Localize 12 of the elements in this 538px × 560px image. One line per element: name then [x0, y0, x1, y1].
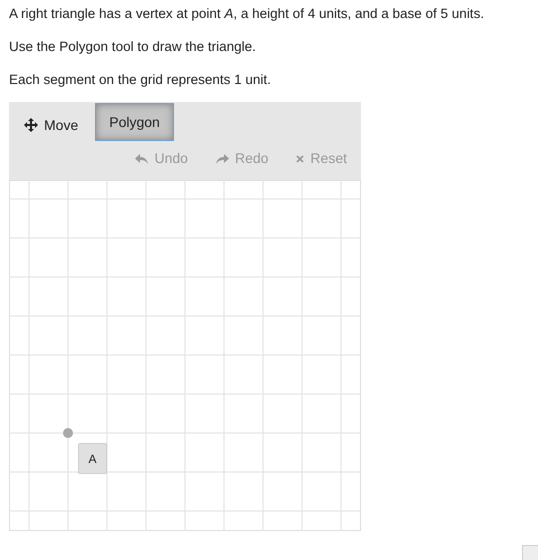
instruction-text: A right triangle has a vertex at point A, a height of 4 units, and a base of 5 units.: [9, 5, 486, 23]
move-icon: [24, 118, 38, 132]
point-label: A: [78, 443, 107, 474]
close-icon: [296, 154, 304, 162]
redo-arrow-icon: [216, 154, 229, 164]
instruction-text: Use the Polygon tool to draw the triangle.: [9, 38, 257, 56]
undo-arrow-icon: [135, 154, 148, 164]
move-tool-button[interactable]: Move: [14, 106, 88, 144]
polygon-tool-button[interactable]: Polygon: [95, 103, 174, 141]
coordinate-grid[interactable]: [9, 180, 361, 531]
instruction-text: Each segment on the grid represents 1 unit.: [9, 71, 272, 89]
point[interactable]: [63, 428, 73, 438]
